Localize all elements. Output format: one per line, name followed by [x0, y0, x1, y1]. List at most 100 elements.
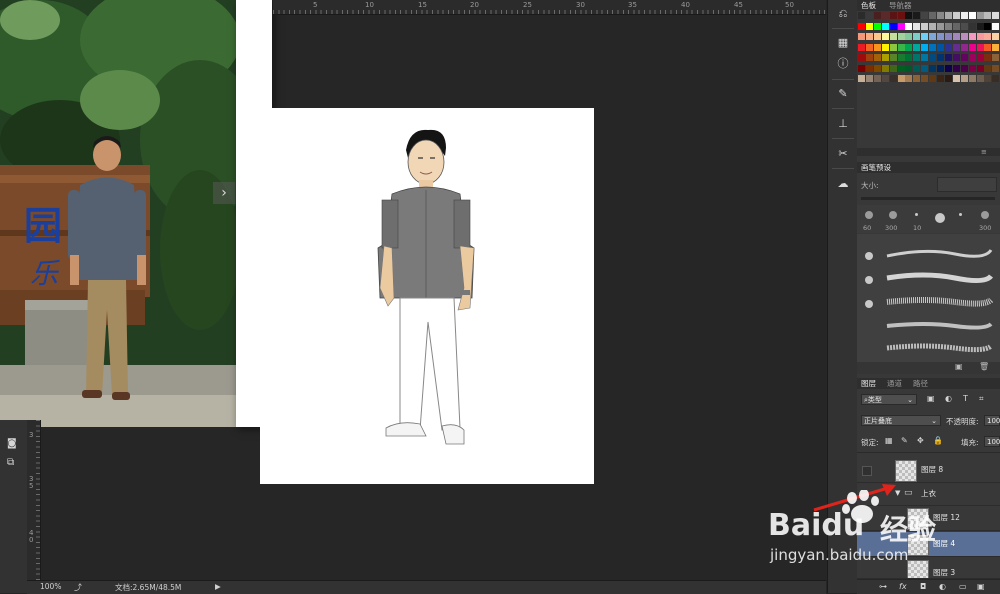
tab-swatches[interactable]: 色板: [861, 0, 876, 11]
color-swatch[interactable]: [984, 64, 992, 72]
color-swatch[interactable]: [921, 22, 929, 30]
color-swatch[interactable]: [937, 75, 944, 82]
color-swatch[interactable]: [952, 12, 960, 19]
color-swatch[interactable]: [873, 64, 881, 72]
color-swatch[interactable]: [921, 75, 929, 82]
mask-icon[interactable]: ◘: [920, 582, 926, 591]
color-swatch[interactable]: [889, 43, 897, 51]
brush-size-slider[interactable]: [861, 197, 995, 200]
color-swatch[interactable]: [865, 33, 873, 40]
color-swatch[interactable]: [976, 33, 984, 40]
color-swatch[interactable]: [889, 75, 897, 82]
color-swatch[interactable]: [913, 75, 921, 82]
lock-all-icon[interactable]: 🔒: [933, 436, 943, 445]
color-swatch[interactable]: [952, 75, 960, 82]
color-swatch[interactable]: [968, 43, 976, 51]
photo-next-arrow[interactable]: ›: [213, 182, 235, 204]
color-swatch[interactable]: [976, 43, 984, 51]
color-swatch[interactable]: [968, 64, 976, 72]
color-swatch[interactable]: [881, 64, 889, 72]
zoom-level[interactable]: 100%: [40, 582, 61, 591]
color-swatch[interactable]: [992, 54, 1000, 61]
color-swatch[interactable]: [897, 12, 905, 19]
left-ruler[interactable]: 3 3 5 4 0: [27, 420, 41, 580]
color-swatch[interactable]: [944, 12, 952, 19]
filter-adjust-icon[interactable]: ◐: [945, 394, 952, 403]
color-swatch[interactable]: [913, 33, 921, 40]
color-swatch[interactable]: [865, 54, 873, 61]
color-swatch[interactable]: [960, 75, 968, 82]
color-swatch[interactable]: [968, 12, 976, 19]
color-swatch[interactable]: [913, 64, 921, 72]
color-swatch[interactable]: [905, 54, 913, 61]
color-swatch[interactable]: [881, 75, 889, 82]
filter-shape-icon[interactable]: ⌗: [979, 394, 984, 404]
color-swatch[interactable]: [960, 64, 968, 72]
color-swatch[interactable]: [897, 54, 905, 61]
visibility-toggle[interactable]: [862, 466, 872, 476]
color-swatch[interactable]: [944, 54, 952, 61]
color-swatch[interactable]: [929, 54, 937, 61]
color-swatch[interactable]: [873, 33, 881, 40]
color-swatch[interactable]: [929, 22, 937, 30]
color-swatch[interactable]: [952, 22, 960, 30]
color-swatch[interactable]: [960, 12, 968, 19]
color-swatch[interactable]: [897, 33, 905, 40]
color-swatch[interactable]: [873, 12, 881, 19]
color-swatch[interactable]: [937, 64, 944, 72]
color-swatch[interactable]: [937, 22, 944, 30]
color-swatch[interactable]: [905, 33, 913, 40]
color-swatch[interactable]: [865, 43, 873, 51]
color-swatch[interactable]: [881, 33, 889, 40]
color-swatch[interactable]: [889, 33, 897, 40]
export-icon[interactable]: ⤴: [74, 582, 82, 593]
color-swatch[interactable]: [921, 54, 929, 61]
new-layer-icon[interactable]: ▣: [977, 582, 985, 591]
color-swatch[interactable]: [984, 22, 992, 30]
color-swatch[interactable]: [905, 43, 913, 51]
color-swatch[interactable]: [865, 64, 873, 72]
color-swatch[interactable]: [952, 64, 960, 72]
tab-navigator[interactable]: 导航器: [889, 0, 912, 11]
document-canvas[interactable]: [260, 108, 594, 484]
color-swatch[interactable]: [858, 43, 865, 51]
color-swatch[interactable]: [913, 43, 921, 51]
brush-tips-row[interactable]: 60 300 10 300: [857, 205, 1000, 233]
color-swatch[interactable]: [976, 75, 984, 82]
color-swatch[interactable]: [858, 22, 865, 30]
color-swatch[interactable]: [873, 22, 881, 30]
info-icon[interactable]: ⓘ: [835, 56, 851, 72]
tools-icon[interactable]: ✂: [835, 146, 851, 162]
blend-mode-select[interactable]: 正片叠底 ⌄: [861, 415, 941, 426]
color-swatch[interactable]: [858, 33, 865, 40]
color-swatch[interactable]: [913, 54, 921, 61]
color-swatch[interactable]: [984, 75, 992, 82]
color-swatch[interactable]: [968, 75, 976, 82]
color-swatch[interactable]: [889, 12, 897, 19]
color-swatch[interactable]: [976, 54, 984, 61]
filter-pixel-icon[interactable]: ▣: [927, 394, 935, 403]
color-swatch[interactable]: [929, 33, 937, 40]
history-icon[interactable]: ⎌: [835, 6, 851, 22]
cloud-icon[interactable]: ☁: [835, 176, 851, 192]
color-swatch[interactable]: [968, 22, 976, 30]
color-swatch[interactable]: [984, 54, 992, 61]
color-swatch[interactable]: [937, 43, 944, 51]
color-swatch[interactable]: [921, 33, 929, 40]
color-swatch[interactable]: [929, 64, 937, 72]
stamp-icon[interactable]: ⊥: [835, 116, 851, 132]
color-swatch[interactable]: [913, 22, 921, 30]
color-swatch[interactable]: [897, 75, 905, 82]
color-swatch[interactable]: [905, 12, 913, 19]
color-swatch[interactable]: [929, 12, 937, 19]
color-swatch[interactable]: [913, 12, 921, 19]
color-swatch[interactable]: [937, 33, 944, 40]
color-swatch[interactable]: [865, 75, 873, 82]
color-swatch[interactable]: [897, 22, 905, 30]
color-swatch[interactable]: [960, 54, 968, 61]
color-swatch[interactable]: [889, 22, 897, 30]
color-swatch[interactable]: [944, 43, 952, 51]
quick-mask-icon[interactable]: ⧉: [7, 457, 14, 468]
color-swatch[interactable]: [889, 64, 897, 72]
fx-button[interactable]: fx: [899, 582, 907, 591]
